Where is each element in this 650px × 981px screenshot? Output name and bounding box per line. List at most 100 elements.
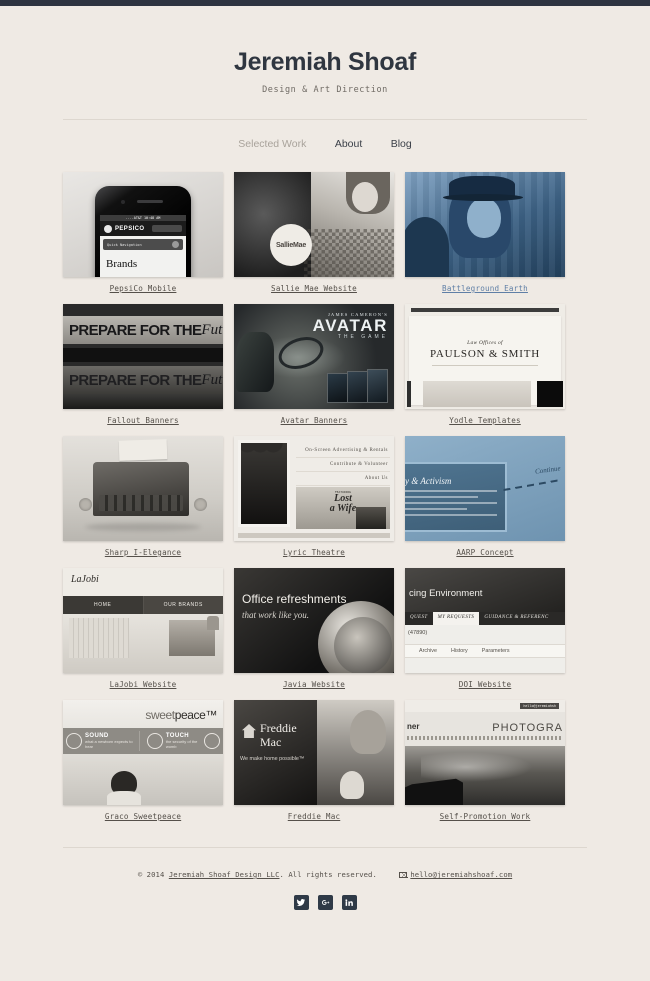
work-item[interactable]: cing Environment QUEST MY REQUESTS GUIDA… bbox=[405, 568, 565, 689]
subtab-parameters[interactable]: Parameters bbox=[482, 648, 510, 654]
work-item[interactable]: y & Activism Continue AARP Concept bbox=[405, 436, 565, 557]
tab-guidance[interactable]: GUIDANCE & REFERENC bbox=[479, 612, 553, 625]
google-plus-icon[interactable] bbox=[317, 895, 333, 910]
work-caption[interactable]: Battleground Earth bbox=[405, 284, 565, 293]
subtab-archive[interactable]: Archive bbox=[419, 648, 437, 654]
work-item[interactable]: PREPARE FOR THE Future PREPARE FOR THE F… bbox=[63, 304, 223, 425]
motion-icon bbox=[204, 733, 220, 749]
tab-quest[interactable]: QUEST bbox=[405, 612, 433, 625]
family-photo bbox=[314, 700, 394, 805]
work-caption[interactable]: AARP Concept bbox=[405, 548, 565, 557]
menu-item[interactable]: On-Screen Advertising & Rentals bbox=[296, 444, 390, 458]
work-caption[interactable]: Lyric Theatre bbox=[234, 548, 394, 557]
cloud-shape bbox=[421, 752, 533, 782]
continue-label[interactable]: Continue bbox=[535, 464, 562, 475]
body-shape bbox=[107, 791, 141, 805]
linkedin-icon[interactable] bbox=[341, 895, 357, 910]
twitter-icon[interactable] bbox=[293, 895, 309, 910]
work-item[interactable]: LaJobi HOME OUR BRANDS LaJobi Website bbox=[63, 568, 223, 689]
work-thumbnail-graco-sweetpeace[interactable]: sweetpeace™ SOUND what a newborn expects… bbox=[63, 700, 223, 805]
main-navigation: Selected Work About Blog bbox=[63, 119, 587, 152]
work-thumbnail-lajobi-website[interactable]: LaJobi HOME OUR BRANDS bbox=[63, 568, 223, 673]
work-item[interactable]: On-Screen Advertising & Rentals Contribu… bbox=[234, 436, 394, 557]
work-thumbnail-yodle-templates[interactable]: Law Offices of PAULSON & SMITH bbox=[405, 304, 565, 409]
email-badge[interactable]: hello@jeremiahsh bbox=[520, 703, 559, 709]
menu-item[interactable]: About Us bbox=[296, 472, 390, 486]
work-caption[interactable]: Sharp I-Elegance bbox=[63, 548, 223, 557]
work-caption[interactable]: DOI Website bbox=[405, 680, 565, 689]
work-item[interactable]: sweetpeace™ SOUND what a newborn expects… bbox=[63, 700, 223, 821]
logo-part-light: sweet bbox=[145, 708, 175, 722]
divider bbox=[63, 348, 223, 362]
work-item[interactable]: Law Offices of PAULSON & SMITH Yodle Tem… bbox=[405, 304, 565, 425]
work-thumbnail-lyric-theatre[interactable]: On-Screen Advertising & Rentals Contribu… bbox=[234, 436, 394, 541]
work-caption[interactable]: Javia Website bbox=[234, 680, 394, 689]
game-box bbox=[367, 369, 388, 403]
nav-item-home[interactable]: HOME bbox=[63, 596, 144, 614]
work-thumbnail-doi-website[interactable]: cing Environment QUEST MY REQUESTS GUIDA… bbox=[405, 568, 565, 673]
wordmark-partial: ner bbox=[407, 722, 420, 731]
headline: Office refreshments bbox=[242, 592, 347, 606]
drop-shadow bbox=[85, 523, 201, 531]
work-thumbnail-sharp-i-elegance[interactable] bbox=[63, 436, 223, 541]
work-caption[interactable]: Avatar Banners bbox=[234, 416, 394, 425]
theatre-menu: On-Screen Advertising & Rentals Contribu… bbox=[296, 444, 390, 486]
curtain-photo bbox=[238, 440, 290, 527]
feature-desc: what a newborn expects to hear bbox=[85, 739, 133, 749]
work-thumbnail-pepsico[interactable]: ....AT&T 10:48 AM PEPSICO Quick Navigati… bbox=[63, 172, 223, 277]
work-grid: ....AT&T 10:48 AM PEPSICO Quick Navigati… bbox=[63, 172, 587, 821]
film-poster: FEATURING Lost a Wife bbox=[296, 487, 390, 529]
face-shape bbox=[467, 198, 501, 238]
content-panel: y & Activism bbox=[405, 462, 507, 532]
work-item[interactable]: Battleground Earth bbox=[405, 172, 565, 293]
panel-heading: y & Activism bbox=[405, 476, 452, 486]
nav-item-our-brands[interactable]: OUR BRANDS bbox=[143, 596, 223, 614]
nav-item-about[interactable]: About bbox=[335, 138, 362, 150]
paper-sheet bbox=[118, 439, 168, 461]
company-link[interactable]: Jeremiah Shoaf Design LLC bbox=[169, 870, 280, 879]
work-item[interactable]: Freddie Mac We make home possible™ Fredd… bbox=[234, 700, 394, 821]
avatar-title-block: JAMES CAMERON'S AVATAR THE GAME bbox=[313, 312, 388, 340]
text-line bbox=[405, 514, 497, 516]
work-item[interactable]: hello@jeremiahsh ner PHOTOGRA Self-Promo… bbox=[405, 700, 565, 821]
hat-brim bbox=[443, 194, 523, 201]
tab-my-requests[interactable]: MY REQUESTS bbox=[432, 612, 480, 625]
work-item[interactable]: JAMES CAMERON'S AVATAR THE GAME Avatar B… bbox=[234, 304, 394, 425]
work-item[interactable]: Office refreshments that work like you. … bbox=[234, 568, 394, 689]
work-thumbnail-battleground-earth[interactable] bbox=[405, 172, 565, 277]
side-block bbox=[407, 381, 411, 407]
work-thumbnail-aarp-concept[interactable]: y & Activism Continue bbox=[405, 436, 565, 541]
subtab-history[interactable]: History bbox=[451, 648, 468, 654]
sallie-mae-logo: SallieMae bbox=[270, 224, 312, 266]
work-thumbnail-avatar-banners[interactable]: JAMES CAMERON'S AVATAR THE GAME bbox=[234, 304, 394, 409]
email-link[interactable]: hello@jeremiahshoaf.com bbox=[399, 870, 512, 879]
work-item[interactable]: Sharp I-Elegance bbox=[63, 436, 223, 557]
work-thumbnail-sallie-mae[interactable]: SallieMae bbox=[234, 172, 394, 277]
work-thumbnail-self-promotion[interactable]: hello@jeremiahsh ner PHOTOGRA bbox=[405, 700, 565, 805]
work-caption[interactable]: Self-Promotion Work bbox=[405, 812, 565, 821]
work-item[interactable]: SallieMae Sallie Mae Website bbox=[234, 172, 394, 293]
poster-figures bbox=[356, 507, 386, 529]
footer-strip bbox=[238, 533, 390, 538]
work-caption[interactable]: PepsiCo Mobile bbox=[63, 284, 223, 293]
nav-item-selected-work[interactable]: Selected Work bbox=[238, 138, 306, 150]
knob-left bbox=[79, 498, 92, 511]
nav-item-blog[interactable]: Blog bbox=[391, 138, 412, 150]
work-thumbnail-fallout-banners[interactable]: PREPARE FOR THE Future PREPARE FOR THE F… bbox=[63, 304, 223, 409]
work-item[interactable]: ....AT&T 10:48 AM PEPSICO Quick Navigati… bbox=[63, 172, 223, 293]
work-caption[interactable]: Fallout Banners bbox=[63, 416, 223, 425]
firm-name: PAULSON & SMITH bbox=[429, 348, 540, 360]
work-caption[interactable]: LaJobi Website bbox=[63, 680, 223, 689]
work-thumbnail-javia-website[interactable]: Office refreshments that work like you. bbox=[234, 568, 394, 673]
brand-name-line1: Freddie bbox=[260, 721, 297, 735]
site-tagline: Design & Art Direction bbox=[262, 85, 388, 95]
site-nav: HOME OUR BRANDS bbox=[63, 596, 223, 614]
work-thumbnail-freddie-mac[interactable]: Freddie Mac We make home possible™ bbox=[234, 700, 394, 805]
work-caption[interactable]: Yodle Templates bbox=[405, 416, 565, 425]
work-caption[interactable]: Sallie Mae Website bbox=[234, 284, 394, 293]
record-id: (47890) bbox=[408, 630, 428, 636]
work-caption[interactable]: Graco Sweetpeace bbox=[63, 812, 223, 821]
work-caption[interactable]: Freddie Mac bbox=[234, 812, 394, 821]
menu-item[interactable]: Contribute & Volunteer bbox=[296, 458, 390, 472]
firm-eyebrow: Law Offices of bbox=[467, 340, 503, 346]
